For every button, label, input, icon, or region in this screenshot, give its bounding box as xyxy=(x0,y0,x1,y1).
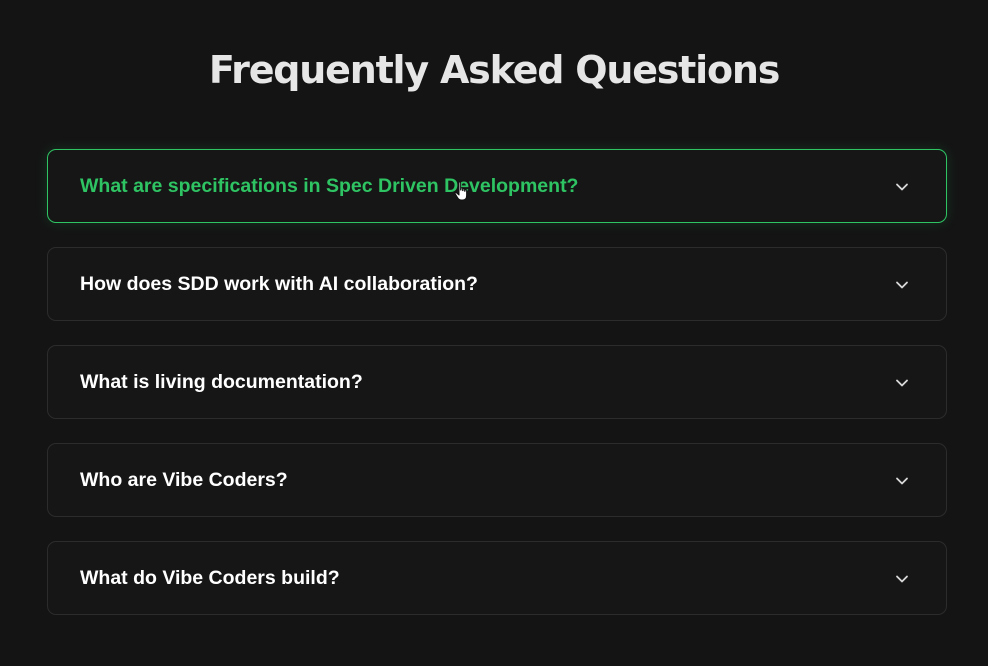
faq-list: What are specifications in Spec Driven D… xyxy=(47,149,947,639)
faq-question: Who are Vibe Coders? xyxy=(80,469,288,491)
faq-item-ai-collaboration[interactable]: How does SDD work with AI collaboration? xyxy=(47,247,947,321)
faq-question: What is living documentation? xyxy=(80,371,363,393)
faq-item-vibe-coders-build[interactable]: What do Vibe Coders build? xyxy=(47,541,947,615)
faq-question: How does SDD work with AI collaboration? xyxy=(80,273,478,295)
page-title: Frequently Asked Questions xyxy=(208,48,781,92)
chevron-down-icon xyxy=(894,571,910,587)
faq-page: Frequently Asked Questions What are spec… xyxy=(0,0,988,666)
faq-item-specifications[interactable]: What are specifications in Spec Driven D… xyxy=(47,149,947,223)
faq-item-living-documentation[interactable]: What is living documentation? xyxy=(47,345,947,419)
chevron-down-icon xyxy=(894,179,910,195)
faq-question: What do Vibe Coders build? xyxy=(80,567,340,589)
chevron-down-icon xyxy=(894,375,910,391)
faq-question: What are specifications in Spec Driven D… xyxy=(80,175,579,197)
chevron-down-icon xyxy=(894,277,910,293)
faq-item-vibe-coders[interactable]: Who are Vibe Coders? xyxy=(47,443,947,517)
chevron-down-icon xyxy=(894,473,910,489)
